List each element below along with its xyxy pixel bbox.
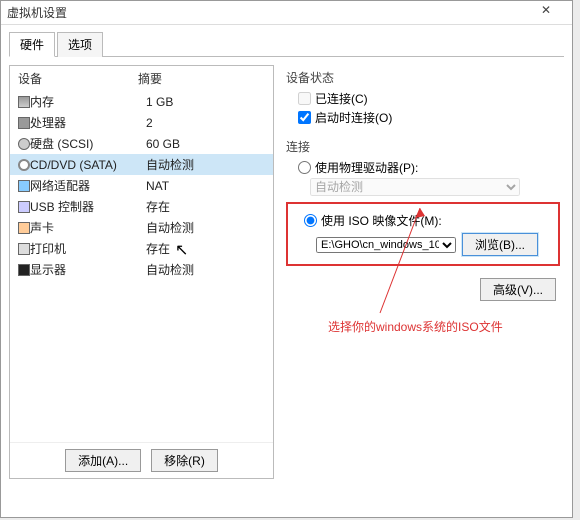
device-panel: 设备 摘要 内存1 GB处理器2硬盘 (SCSI)60 GBCD/DVD (SA… xyxy=(9,65,274,479)
add-button[interactable]: 添加(A)... xyxy=(65,449,141,472)
physical-drive-select: 自动检测 xyxy=(310,178,520,196)
iso-label: 使用 ISO 映像文件(M): xyxy=(321,212,442,229)
physical-radio-input[interactable] xyxy=(298,161,311,174)
net-icon xyxy=(18,180,30,192)
device-value: 自动检测 xyxy=(146,219,194,236)
col-device: 设备 xyxy=(18,70,138,87)
tab-options[interactable]: 选项 xyxy=(57,32,103,57)
tab-hardware[interactable]: 硬件 xyxy=(9,32,55,57)
device-name: USB 控制器 xyxy=(30,198,146,215)
highlighted-iso-box: 使用 ISO 映像文件(M): E:\GHO\cn_windows_10_bu … xyxy=(286,202,560,266)
snd-icon xyxy=(18,222,30,234)
usb-icon xyxy=(18,201,30,213)
use-iso-radio[interactable]: 使用 ISO 映像文件(M): xyxy=(304,212,554,229)
device-value: 存在 xyxy=(146,240,170,257)
device-buttons: 添加(A)... 移除(R) xyxy=(10,442,273,478)
titlebar: 虚拟机设置 ✕ xyxy=(1,1,572,25)
device-value: NAT xyxy=(146,179,169,193)
device-row-6[interactable]: 声卡自动检测 xyxy=(10,217,273,238)
iso-row: E:\GHO\cn_windows_10_bu 浏览(B)... xyxy=(316,233,554,256)
device-name: 内存 xyxy=(30,93,146,110)
dialog-body: 设备 摘要 内存1 GB处理器2硬盘 (SCSI)60 GBCD/DVD (SA… xyxy=(1,57,572,487)
advanced-button[interactable]: 高级(V)... xyxy=(480,278,556,301)
connect-start-checkbox[interactable]: 启动时连接(O) xyxy=(298,109,560,126)
device-list[interactable]: 内存1 GB处理器2硬盘 (SCSI)60 GBCD/DVD (SATA)自动检… xyxy=(10,91,273,442)
device-name: 声卡 xyxy=(30,219,146,236)
browse-button[interactable]: 浏览(B)... xyxy=(462,233,538,256)
connected-input xyxy=(298,92,311,105)
device-status-group: 设备状态 已连接(C) 启动时连接(O) xyxy=(286,69,560,126)
device-name: 硬盘 (SCSI) xyxy=(30,135,146,152)
device-name: 打印机 xyxy=(30,240,146,257)
use-physical-radio[interactable]: 使用物理驱动器(P): xyxy=(298,159,560,176)
device-value: 自动检测 xyxy=(146,156,194,173)
connected-label: 已连接(C) xyxy=(315,90,368,107)
dialog-title: 虚拟机设置 xyxy=(7,4,526,21)
tab-strip: 硬件 选项 xyxy=(9,31,564,57)
connect-start-input[interactable] xyxy=(298,111,311,124)
device-name: 处理器 xyxy=(30,114,146,131)
device-row-3[interactable]: CD/DVD (SATA)自动检测 xyxy=(10,154,273,175)
settings-panel: 设备状态 已连接(C) 启动时连接(O) 连接 使用物理驱动器(P): 自动检测 xyxy=(282,65,564,479)
device-value: 2 xyxy=(146,116,153,130)
connect-start-label: 启动时连接(O) xyxy=(315,109,392,126)
device-value: 1 GB xyxy=(146,95,173,109)
disp-icon xyxy=(18,264,30,276)
physical-label: 使用物理驱动器(P): xyxy=(315,159,418,176)
prn-icon xyxy=(18,243,30,255)
connection-title: 连接 xyxy=(286,138,560,155)
device-row-2[interactable]: 硬盘 (SCSI)60 GB xyxy=(10,133,273,154)
device-name: 网络适配器 xyxy=(30,177,146,194)
cd-icon xyxy=(18,159,30,171)
vm-settings-dialog: 虚拟机设置 ✕ 硬件 选项 设备 摘要 内存1 GB处理器2硬盘 (SCSI)6… xyxy=(0,0,573,518)
close-icon[interactable]: ✕ xyxy=(526,3,566,23)
iso-path-select[interactable]: E:\GHO\cn_windows_10_bu xyxy=(316,237,456,253)
device-name: 显示器 xyxy=(30,261,146,278)
device-value: 自动检测 xyxy=(146,261,194,278)
device-row-7[interactable]: 打印机存在 xyxy=(10,238,273,259)
advanced-row: 高级(V)... xyxy=(286,278,560,301)
device-list-header: 设备 摘要 xyxy=(10,66,273,91)
connected-checkbox[interactable]: 已连接(C) xyxy=(298,90,560,107)
device-row-1[interactable]: 处理器2 xyxy=(10,112,273,133)
device-row-0[interactable]: 内存1 GB xyxy=(10,91,273,112)
cpu-icon xyxy=(18,117,30,129)
device-row-5[interactable]: USB 控制器存在 xyxy=(10,196,273,217)
disk-icon xyxy=(18,138,30,150)
connection-group: 连接 使用物理驱动器(P): 自动检测 使用 ISO 映像文件(M): E: xyxy=(286,138,560,266)
device-row-8[interactable]: 显示器自动检测 xyxy=(10,259,273,280)
mem-icon xyxy=(18,96,30,108)
col-summary: 摘要 xyxy=(138,70,162,87)
device-row-4[interactable]: 网络适配器NAT xyxy=(10,175,273,196)
remove-button[interactable]: 移除(R) xyxy=(151,449,218,472)
status-title: 设备状态 xyxy=(286,69,560,86)
device-value: 存在 xyxy=(146,198,170,215)
device-name: CD/DVD (SATA) xyxy=(30,158,146,172)
device-value: 60 GB xyxy=(146,137,180,151)
iso-radio-input[interactable] xyxy=(304,214,317,227)
